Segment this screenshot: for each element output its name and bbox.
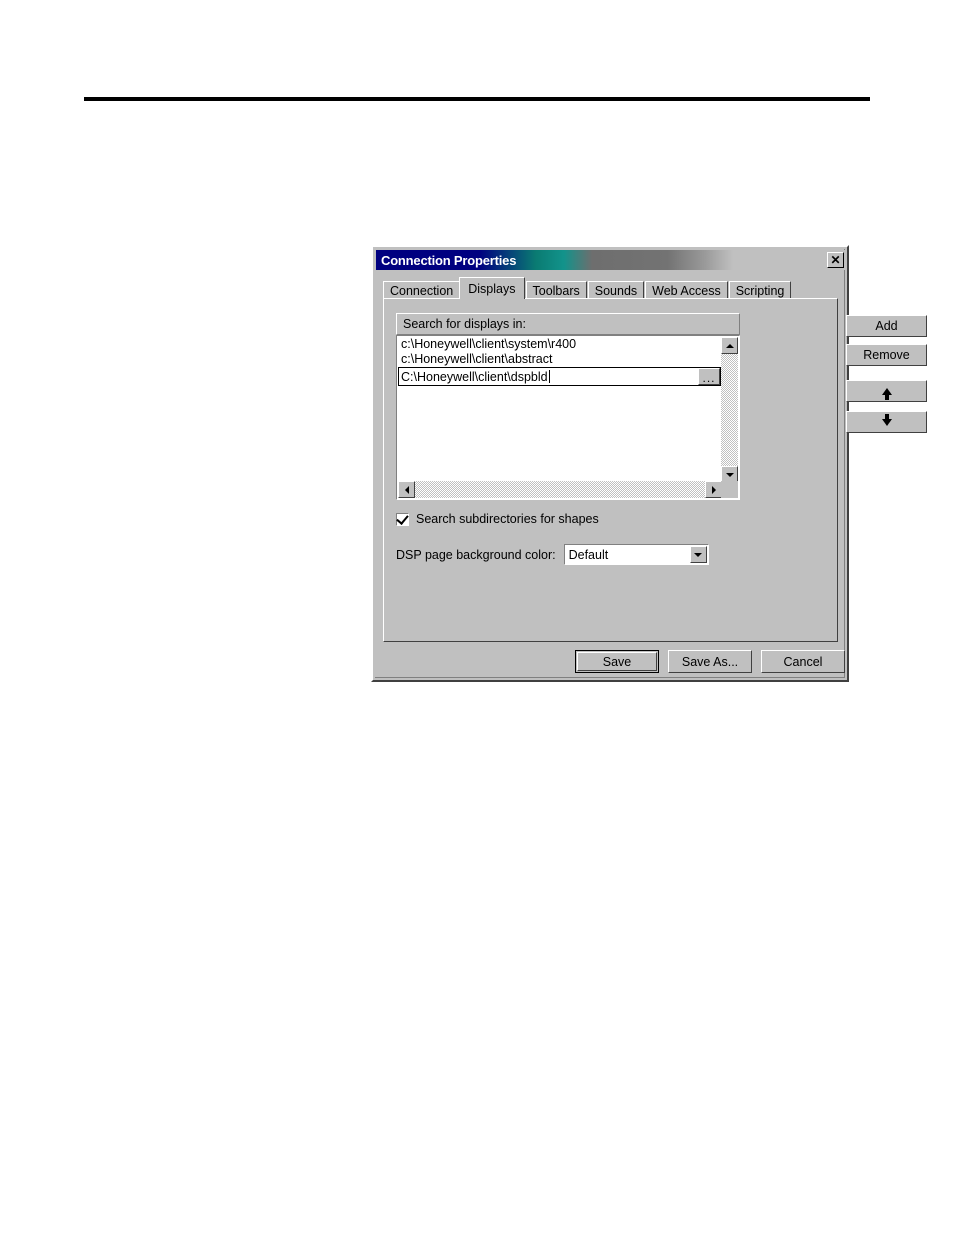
search-subdirectories-row[interactable]: Search subdirectories for shapes: [396, 511, 599, 526]
list-horizontal-scrollbar[interactable]: [398, 481, 722, 498]
add-button[interactable]: Add: [846, 315, 927, 337]
horizontal-scroll-track[interactable]: [415, 481, 705, 498]
list-item[interactable]: c:\Honeywell\client\abstract: [398, 352, 722, 367]
dsp-background-color-row: DSP page background color: Default: [396, 544, 709, 565]
arrow-up-glyph: [725, 343, 734, 348]
save-button-label: Save: [602, 654, 632, 669]
tab-displays[interactable]: Displays: [459, 277, 525, 299]
scrollbar-corner: [721, 481, 738, 498]
scroll-right-icon[interactable]: [705, 481, 722, 498]
connection-properties-dialog: Connection Properties ✕ Connection Displ…: [371, 245, 927, 682]
chevron-down-glyph: [694, 552, 703, 557]
tab-sounds[interactable]: Sounds: [587, 281, 645, 299]
arrow-down-icon: [881, 413, 892, 426]
text-caret: [548, 369, 550, 383]
displays-tab-panel: Search for displays in: c:\Honeywell\cli…: [383, 298, 838, 642]
dsp-background-color-label: DSP page background color:: [396, 547, 556, 562]
arrow-right-glyph: [711, 485, 716, 494]
dialog-title: Connection Properties: [381, 252, 517, 268]
dialog-titlebar[interactable]: Connection Properties ✕: [376, 250, 846, 270]
arrow-up-icon: [881, 387, 892, 400]
tab-toolbars[interactable]: Toolbars: [525, 281, 587, 299]
list-item[interactable]: c:\Honeywell\client\system\r400: [398, 337, 722, 352]
scroll-up-icon[interactable]: [721, 337, 738, 354]
page-header-rule: [84, 97, 870, 101]
browse-ellipsis-button[interactable]: ...: [698, 368, 720, 385]
tab-connection[interactable]: Connection: [383, 281, 461, 299]
vertical-scroll-track[interactable]: [721, 354, 738, 466]
arrow-left-glyph: [404, 485, 409, 494]
display-path-edit-row[interactable]: C:\Honeywell\client\dspbld ...: [398, 367, 721, 386]
scroll-left-icon[interactable]: [398, 481, 415, 498]
search-for-displays-label: Search for displays in:: [396, 313, 740, 335]
dsp-background-color-select[interactable]: Default: [563, 544, 709, 565]
search-subdirectories-checkbox[interactable]: [396, 511, 409, 526]
close-icon[interactable]: ✕: [827, 252, 844, 268]
search-subdirectories-label: Search subdirectories for shapes: [416, 512, 599, 526]
move-up-button[interactable]: [846, 380, 927, 402]
chevron-down-icon[interactable]: [689, 546, 707, 563]
displays-list-box[interactable]: c:\Honeywell\client\system\r400 c:\Honey…: [396, 335, 740, 500]
save-as-button[interactable]: Save As...: [668, 650, 752, 673]
dsp-background-color-value: Default: [568, 547, 609, 562]
tab-scripting[interactable]: Scripting: [728, 281, 792, 299]
displays-list-content: c:\Honeywell\client\system\r400 c:\Honey…: [398, 337, 722, 483]
remove-button[interactable]: Remove: [846, 344, 927, 366]
arrow-down-glyph: [725, 472, 734, 477]
save-button[interactable]: Save: [575, 650, 659, 673]
list-vertical-scrollbar[interactable]: [721, 337, 738, 483]
tab-strip: Connection Displays Toolbars Sounds Web …: [383, 277, 792, 299]
display-path-input[interactable]: C:\Honeywell\client\dspbld: [399, 369, 698, 384]
tab-web-access[interactable]: Web Access: [645, 281, 728, 299]
check-icon: [396, 511, 409, 525]
move-down-button[interactable]: [846, 411, 927, 433]
cancel-button[interactable]: Cancel: [761, 650, 845, 673]
